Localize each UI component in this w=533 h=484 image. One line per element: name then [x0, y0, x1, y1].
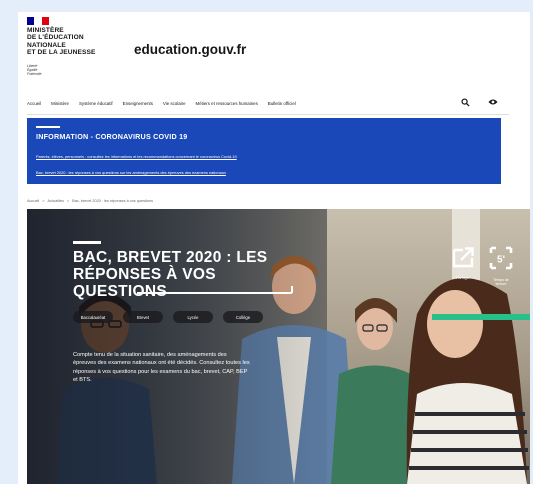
breadcrumb: Accueil > Actualités > Bac, brevet 2020 …: [27, 199, 153, 203]
nav-divider: [27, 114, 509, 115]
hero-description: Compte tenu de la situation sanitaire, d…: [73, 352, 250, 384]
breadcrumb-home[interactable]: Accueil: [27, 199, 39, 203]
main-nav: Accueil Ministère Système éducatif Ensei…: [18, 92, 530, 114]
nav-item-systeme-educatif[interactable]: Système éducatif: [79, 101, 113, 106]
nav-item-enseignements[interactable]: Enseignements: [123, 101, 153, 106]
reading-time-label-line: lecture: [495, 282, 507, 287]
reading-time-value: 5': [497, 255, 505, 266]
hero-title-underline-tick: [291, 286, 293, 293]
reading-time-label: Temps de lecture: [487, 278, 515, 287]
ministry-logo-text[interactable]: MINISTÈRE DE L'ÉDUCATION NATIONALE ET DE…: [27, 27, 96, 57]
banner-title: INFORMATION - CORONAVIRUS COVID 19: [36, 132, 188, 141]
breadcrumb-separator: >: [42, 199, 45, 203]
banner-link-parents[interactable]: Parents, élèves, personnels : consultez …: [36, 154, 237, 159]
site-header: MINISTÈRE DE L'ÉDUCATION NATIONALE ET DE…: [18, 12, 530, 84]
banner-link-exams[interactable]: Bac, brevet 2020 : les réponses à vos qu…: [36, 170, 226, 175]
republic-motto: Liberté Égalité Fraternité: [27, 64, 42, 76]
tag-brevet[interactable]: Brevet: [123, 311, 163, 323]
tag-baccalaureat[interactable]: Baccalauréat: [73, 311, 113, 323]
share-button[interactable]: Partager: [451, 246, 475, 280]
motto-line: Fraternité: [27, 71, 42, 76]
hero-tags: Baccalauréat Brevet Lycée Collège: [73, 311, 263, 323]
hero-banner: BAC, BREVET 2020 : LES RÉPONSES À VOS QU…: [27, 209, 530, 484]
breadcrumb-current: Bac, brevet 2020 : les réponses à vos qu…: [72, 199, 153, 203]
reading-time: 5' Temps de lecture: [487, 246, 515, 287]
share-icon: [452, 247, 474, 268]
nav-item-bulletin-officiel[interactable]: Bulletin officiel: [268, 101, 296, 106]
hero-accent-bar: [432, 314, 530, 320]
page: MINISTÈRE DE L'ÉDUCATION NATIONALE ET DE…: [18, 12, 530, 484]
nav-item-metiers[interactable]: Métiers et ressources humaines: [196, 101, 258, 106]
clock-frame-icon: 5': [489, 246, 513, 270]
tag-college[interactable]: Collège: [223, 311, 263, 323]
ministry-line: ET DE LA JEUNESSE: [27, 49, 96, 57]
site-title[interactable]: education.gouv.fr: [134, 42, 246, 57]
nav-item-vie-scolaire[interactable]: Vie scolaire: [163, 101, 186, 106]
nav-item-accueil[interactable]: Accueil: [27, 101, 41, 106]
ministry-line: DE L'ÉDUCATION: [27, 34, 84, 42]
breadcrumb-separator: >: [66, 199, 70, 203]
breadcrumb-actualites[interactable]: Actualités: [47, 199, 63, 203]
banner-accent-bar: [36, 126, 60, 128]
marianne-flag-logo: [27, 17, 49, 25]
covid-info-banner: INFORMATION - CORONAVIRUS COVID 19 Paren…: [27, 118, 501, 184]
tag-lycee[interactable]: Lycée: [173, 311, 213, 323]
hero-title-underline: [137, 292, 292, 294]
ministry-line: NATIONALE: [27, 41, 66, 49]
hero-title-line: BAC, BREVET 2020 : LES: [73, 249, 268, 266]
hero-title-accent: [73, 241, 101, 244]
eye-icon[interactable]: [486, 95, 500, 109]
student-photo-right: [406, 278, 529, 484]
nav-item-ministere[interactable]: Ministère: [51, 101, 69, 106]
search-icon[interactable]: [458, 95, 472, 109]
share-label: Partager: [456, 276, 470, 280]
hero-title-line: RÉPONSES À VOS QUESTIONS: [73, 266, 216, 300]
